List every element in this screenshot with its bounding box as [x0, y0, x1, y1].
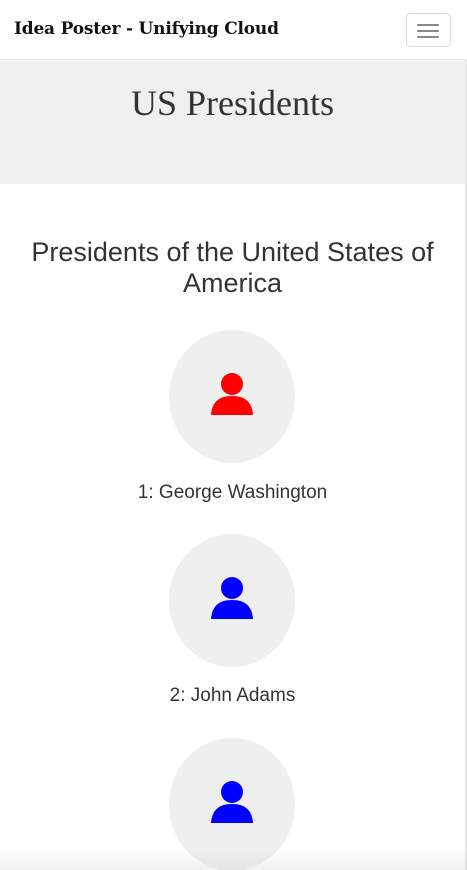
person-icon [211, 373, 253, 415]
jumbotron: US Presidents [0, 61, 465, 184]
hamburger-menu-icon-bar [417, 30, 439, 32]
president-name[interactable]: 1: George Washington [0, 482, 465, 504]
avatar[interactable] [169, 738, 295, 870]
navbar: Idea Poster - Unifying Cloud [0, 0, 467, 60]
avatar[interactable] [169, 330, 295, 463]
hamburger-menu-icon [417, 24, 439, 26]
page-title: US Presidents [130, 83, 334, 123]
hamburger-menu-icon-bar [417, 36, 439, 38]
avatar[interactable] [169, 534, 295, 667]
menu-toggle-button[interactable] [406, 13, 451, 47]
brand-link[interactable]: Idea Poster - Unifying Cloud [14, 19, 279, 39]
person-icon [211, 781, 253, 823]
section-title: Presidents of the United States of Ameri… [31, 237, 434, 298]
president-name[interactable]: 2: John Adams [0, 685, 465, 707]
person-icon [211, 577, 253, 619]
